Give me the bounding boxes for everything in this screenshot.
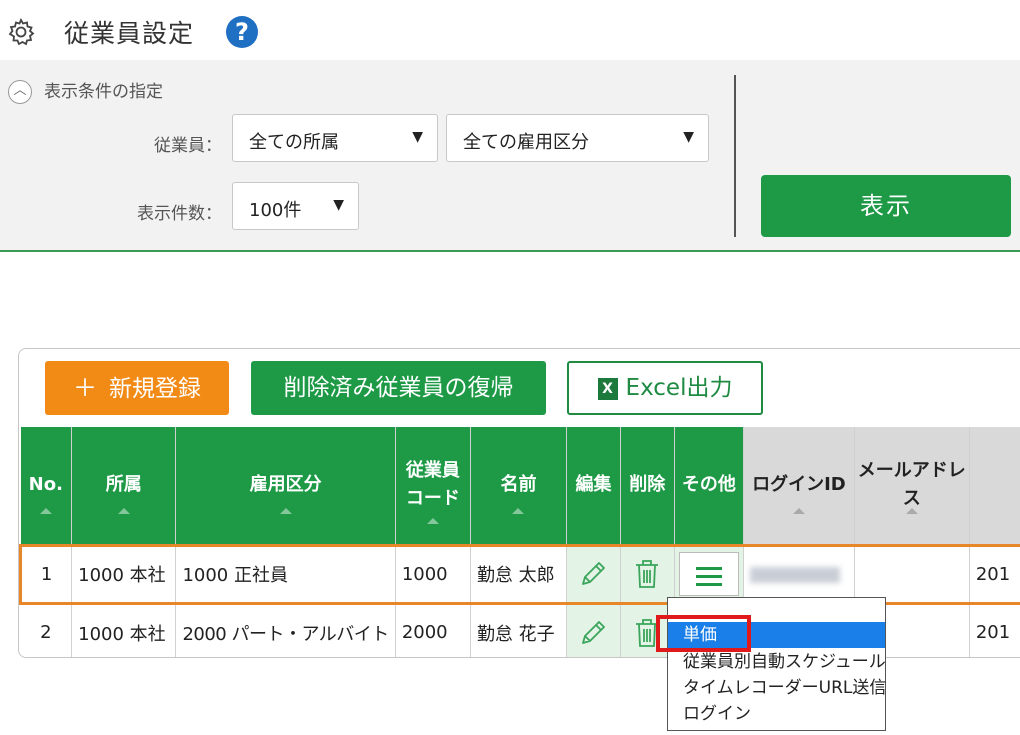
hamburger-menu-icon[interactable] <box>678 552 739 596</box>
filter-panel: ︿ 表示条件の指定 従業員： 全ての所属 ▼ 全ての雇用区分 ▼ 表示件数： 10… <box>0 60 1020 252</box>
highlight-box <box>656 615 751 652</box>
table-row[interactable]: 1 1000 本社 1000 正社員 1000 勤怠 太郎 201 <box>19 543 1020 605</box>
excel-icon: X <box>597 377 618 400</box>
count-select[interactable]: 100件 ▼ <box>232 182 359 230</box>
show-button[interactable]: 表示 <box>761 175 1011 237</box>
cell-name: 勤怠 花子 <box>470 603 568 657</box>
cell-no: 1 <box>19 543 73 605</box>
col-other: その他 <box>674 427 745 545</box>
employment-select[interactable]: 全ての雇用区分 ▼ <box>446 114 709 162</box>
cell-dept: 1000 本社 <box>71 603 177 657</box>
page-title: 従業員設定 <box>64 19 195 48</box>
other-cell <box>674 543 745 605</box>
delete-cell <box>620 543 675 605</box>
cell-name: 勤怠 太郎 <box>470 543 568 605</box>
cell-login-id <box>743 543 855 605</box>
excel-export-button[interactable]: X Excel出力 <box>567 361 763 415</box>
cell-code: 2000 <box>395 603 471 657</box>
condition-toggle[interactable]: ︿ 表示条件の指定 <box>8 77 163 104</box>
col-edit: 編集 <box>566 427 621 545</box>
count-select-value: 100件 <box>249 200 302 221</box>
col-extra <box>969 427 1020 545</box>
help-icon[interactable]: ? <box>226 16 258 48</box>
trash-icon[interactable] <box>633 558 661 590</box>
menu-item-timerecorder-url[interactable]: タイムレコーダーURL送信 <box>668 675 886 701</box>
pencil-icon[interactable] <box>578 618 608 648</box>
col-email[interactable]: メールアドレス <box>854 427 970 545</box>
cell-email <box>854 543 970 605</box>
menu-item-auto-schedule[interactable]: 従業員別自動スケジュール <box>668 649 886 675</box>
excel-export-label: Excel出力 <box>625 375 733 401</box>
col-name[interactable]: 名前 <box>470 427 568 545</box>
col-delete: 削除 <box>620 427 675 545</box>
col-code[interactable]: 従業員 コード <box>395 427 471 545</box>
new-register-label: 新規登録 <box>109 376 201 402</box>
col-login-id[interactable]: ログインID <box>743 427 855 545</box>
col-dept[interactable]: 所属 <box>71 427 177 545</box>
new-register-button[interactable]: ＋ 新規登録 <box>45 361 229 415</box>
cell-no: 2 <box>20 603 73 657</box>
caret-down-icon: ▼ <box>333 197 344 213</box>
count-label: 表示件数： <box>137 204 222 224</box>
cell-extra: 201 <box>969 603 1020 657</box>
cell-dept: 1000 本社 <box>71 543 177 605</box>
cell-employment: 1000 正社員 <box>175 543 396 605</box>
chevron-up-icon[interactable]: ︿ <box>8 80 32 104</box>
restore-deleted-button[interactable]: 削除済み従業員の復帰 <box>251 361 546 415</box>
cell-code: 1000 <box>395 543 471 605</box>
cell-extra: 201 <box>969 543 1020 605</box>
dept-select[interactable]: 全ての所属 ▼ <box>232 114 438 162</box>
col-employment[interactable]: 雇用区分 <box>175 427 396 545</box>
page-header: 従業員設定 ? <box>0 0 1020 60</box>
caret-down-icon: ▼ <box>683 129 694 145</box>
edit-cell <box>566 603 621 657</box>
cell-employment: 2000 パート・アルバイト <box>175 603 396 657</box>
redacted-login-id <box>750 566 841 583</box>
employment-select-value: 全ての雇用区分 <box>463 132 589 153</box>
plus-icon: ＋ <box>73 374 97 402</box>
caret-down-icon: ▼ <box>412 129 423 145</box>
edit-cell <box>566 543 621 605</box>
divider <box>734 75 736 237</box>
col-no[interactable]: No. <box>20 427 73 545</box>
table-header-row: No. 所属 雇用区分 従業員 コード 名前 編集 削除 その他 ログインID メ… <box>20 427 1020 545</box>
menu-item-login[interactable]: ログイン <box>668 701 885 727</box>
gear-icon[interactable] <box>6 17 36 47</box>
dept-select-value: 全ての所属 <box>249 132 339 153</box>
employee-label: 従業員： <box>154 136 222 156</box>
pencil-icon[interactable] <box>578 559 608 589</box>
condition-label: 表示条件の指定 <box>44 82 163 102</box>
